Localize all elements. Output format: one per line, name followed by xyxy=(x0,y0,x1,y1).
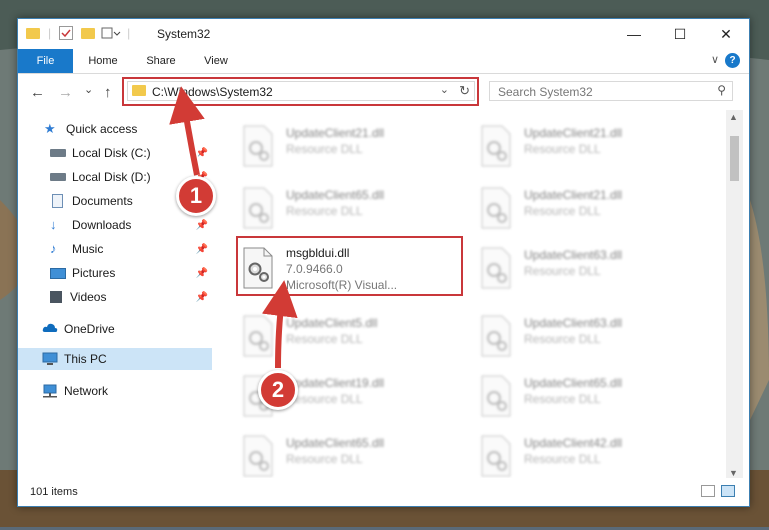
step-1-badge: 1 xyxy=(176,176,216,216)
annotation-arrows xyxy=(169,86,298,369)
step-2-badge: 2 xyxy=(258,370,298,410)
